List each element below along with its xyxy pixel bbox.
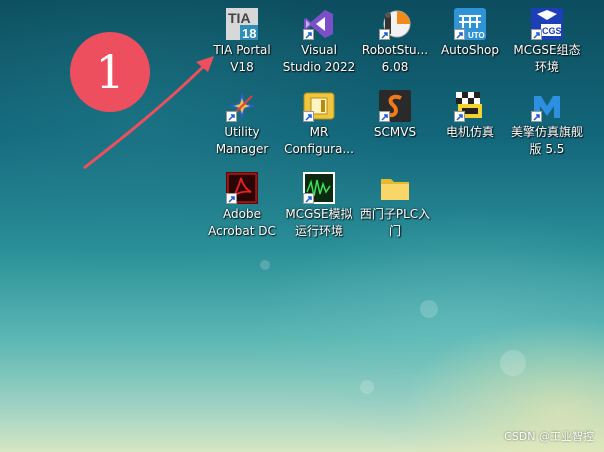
step-number-badge: 1 [70,32,150,112]
desktop[interactable]: TIA 18 TIA Portal V18 Visual Studio 2022 [0,0,604,452]
watermark: CSDN @工业智控 [504,430,594,443]
